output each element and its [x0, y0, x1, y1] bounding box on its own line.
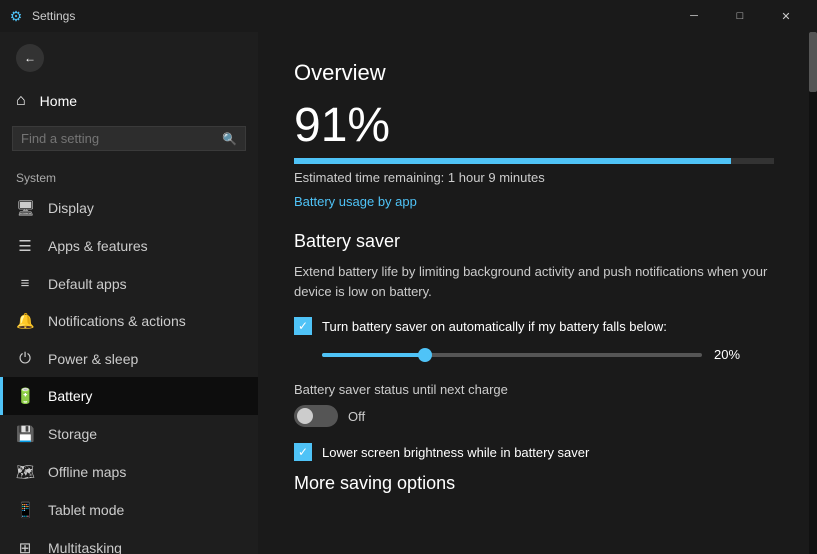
minimize-button[interactable]: ─	[671, 0, 717, 32]
screen-brightness-label: Lower screen brightness while in battery…	[322, 445, 589, 460]
sidebar-item-label-default: Default apps	[48, 276, 127, 292]
app-container: ← ⌂ Home 🔍 System 🖥 Display ☰ Apps & fea…	[0, 32, 817, 554]
more-saving-title: More saving options	[294, 473, 781, 494]
screen-brightness-row: ✓ Lower screen brightness while in batte…	[294, 443, 781, 461]
sidebar-item-label-display: Display	[48, 200, 94, 216]
search-box[interactable]: 🔍	[12, 126, 246, 151]
apps-icon: ☰	[16, 237, 34, 255]
titlebar-title: Settings	[32, 9, 75, 23]
toggle-row-label: Battery saver status until next charge	[294, 382, 781, 397]
sidebar-item-label-storage: Storage	[48, 426, 97, 442]
sidebar-item-apps-features[interactable]: ☰ Apps & features	[0, 227, 258, 265]
slider-fill	[322, 353, 428, 357]
tablet-icon: 📱	[16, 501, 34, 519]
estimated-time: Estimated time remaining: 1 hour 9 minut…	[294, 170, 781, 185]
sidebar-item-label-multitasking: Multitasking	[48, 540, 122, 554]
sidebar: ← ⌂ Home 🔍 System 🖥 Display ☰ Apps & fea…	[0, 32, 258, 554]
battery-saver-title: Battery saver	[294, 231, 781, 252]
sidebar-item-label-battery: Battery	[48, 388, 92, 404]
sidebar-item-label-power: Power & sleep	[48, 351, 138, 367]
battery-saver-status-row: Battery saver status until next charge O…	[294, 382, 781, 427]
checkbox-check-icon: ✓	[298, 319, 308, 333]
battery-percentage: 91%	[294, 102, 781, 150]
toggle-knob	[297, 408, 313, 424]
overview-title: Overview	[294, 60, 781, 86]
toggle-state-label: Off	[348, 409, 365, 424]
close-button[interactable]: ✕	[763, 0, 809, 32]
home-label: Home	[40, 93, 77, 109]
auto-battery-saver-row: ✓ Turn battery saver on automatically if…	[294, 317, 781, 335]
battery-usage-link[interactable]: Battery usage by app	[294, 194, 417, 209]
power-icon: ⏻	[16, 350, 34, 367]
sidebar-item-multitasking[interactable]: ⊞ Multitasking	[0, 529, 258, 554]
sidebar-section-label: System	[0, 159, 258, 189]
sidebar-item-tablet-mode[interactable]: 📱 Tablet mode	[0, 491, 258, 529]
maximize-button[interactable]: □	[717, 0, 763, 32]
battery-saver-toggle[interactable]	[294, 405, 338, 427]
sidebar-item-notifications[interactable]: 🔔 Notifications & actions	[0, 302, 258, 340]
screen-brightness-check-icon: ✓	[298, 445, 308, 459]
sidebar-item-label-apps: Apps & features	[48, 238, 148, 254]
display-icon: 🖥	[16, 199, 34, 217]
sidebar-item-label-maps: Offline maps	[48, 464, 126, 480]
sidebar-item-home[interactable]: ⌂ Home	[0, 84, 258, 118]
main-content: Overview 91% Estimated time remaining: 1…	[258, 32, 817, 554]
sidebar-item-default-apps[interactable]: ≡ Default apps	[0, 265, 258, 302]
battery-saver-description: Extend battery life by limiting backgrou…	[294, 262, 774, 301]
sidebar-item-battery[interactable]: 🔋 Battery	[0, 377, 258, 415]
sidebar-header: ←	[0, 32, 258, 84]
search-icon: 🔍	[222, 132, 237, 146]
battery-threshold-slider-container: 20%	[322, 347, 781, 362]
notifications-icon: 🔔	[16, 312, 34, 330]
battery-progress-fill	[294, 158, 731, 164]
battery-icon: 🔋	[16, 387, 34, 405]
settings-app-icon: ⚙	[8, 8, 24, 24]
battery-progress-bar	[294, 158, 774, 164]
titlebar-controls: ─ □ ✕	[671, 0, 809, 32]
storage-icon: 💾	[16, 425, 34, 443]
maps-icon: 🗺	[16, 463, 34, 481]
auto-saver-label: Turn battery saver on automatically if m…	[322, 319, 667, 334]
scrollbar-track	[809, 32, 817, 554]
sidebar-item-label-notifications: Notifications & actions	[48, 313, 186, 329]
sidebar-item-storage[interactable]: 💾 Storage	[0, 415, 258, 453]
back-button[interactable]: ←	[16, 44, 44, 72]
sidebar-item-power-sleep[interactable]: ⏻ Power & sleep	[0, 340, 258, 377]
default-apps-icon: ≡	[16, 275, 34, 292]
slider-value-label: 20%	[714, 347, 746, 362]
back-icon: ←	[24, 51, 36, 65]
scrollbar-thumb[interactable]	[809, 32, 817, 92]
sidebar-item-label-tablet: Tablet mode	[48, 502, 124, 518]
battery-threshold-slider[interactable]	[322, 353, 702, 357]
screen-brightness-checkbox[interactable]: ✓	[294, 443, 312, 461]
search-input[interactable]	[21, 131, 216, 146]
titlebar-left: ⚙ Settings	[8, 8, 75, 24]
sidebar-item-display[interactable]: 🖥 Display	[0, 189, 258, 227]
titlebar: ⚙ Settings ─ □ ✕	[0, 0, 817, 32]
toggle-control: Off	[294, 405, 781, 427]
multitasking-icon: ⊞	[16, 539, 34, 554]
sidebar-scroll: 🖥 Display ☰ Apps & features ≡ Default ap…	[0, 189, 258, 554]
sidebar-item-offline-maps[interactable]: 🗺 Offline maps	[0, 453, 258, 491]
home-icon: ⌂	[16, 92, 26, 110]
slider-thumb[interactable]	[418, 348, 432, 362]
auto-saver-checkbox[interactable]: ✓	[294, 317, 312, 335]
